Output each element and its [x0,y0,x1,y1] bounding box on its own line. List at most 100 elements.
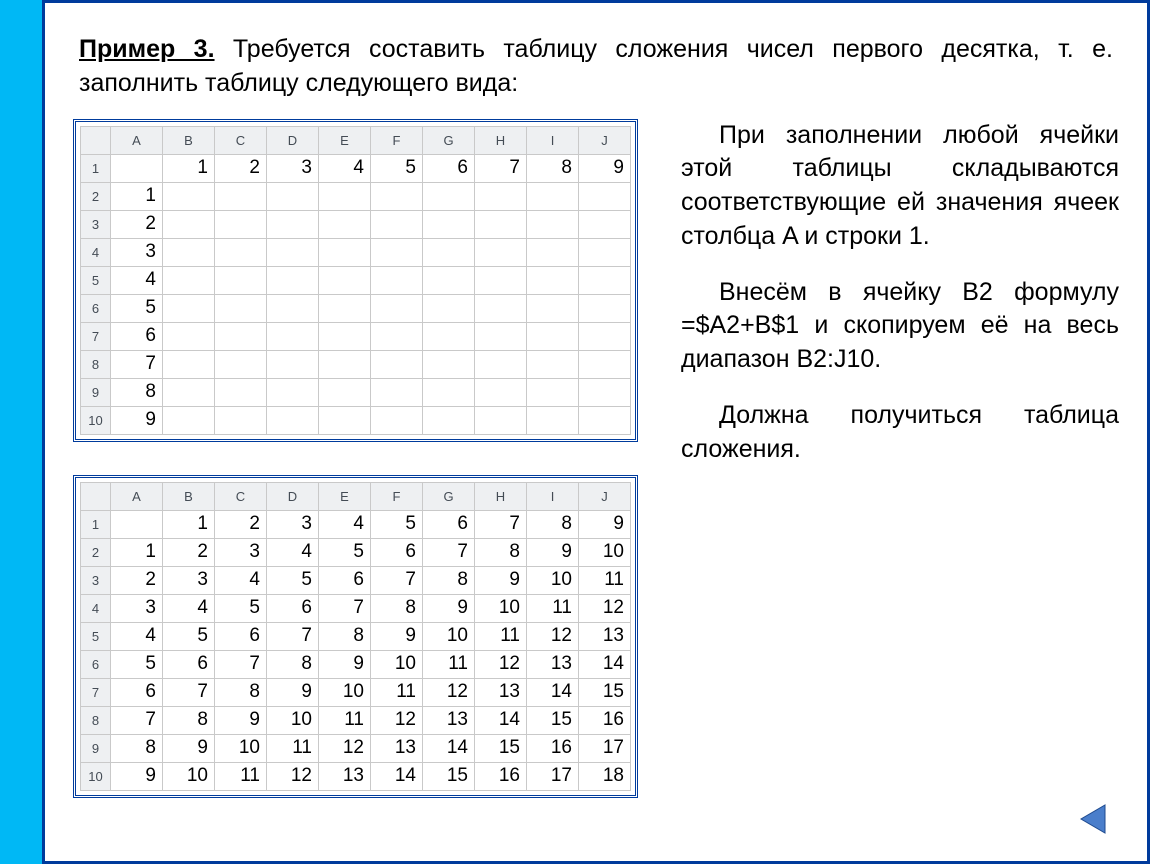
col-header: H [475,126,527,154]
cell: 1 [163,510,215,538]
cell [163,322,215,350]
cell: 13 [423,706,475,734]
cell: 7 [267,622,319,650]
cell: 5 [163,622,215,650]
cell: 17 [527,762,579,790]
row-header: 9 [81,378,111,406]
cell [475,294,527,322]
spreadsheet-filled: ABCDEFGHIJ112345678921234567891032345678… [73,475,638,798]
slide-content: Пример 3. Требуется составить таблицу сл… [42,0,1150,864]
cell [423,182,475,210]
cell [267,182,319,210]
cell: 2 [111,210,163,238]
cell: 15 [423,762,475,790]
cell: 8 [527,510,579,538]
cell: 15 [579,678,631,706]
cell: 2 [215,510,267,538]
nav-back-button[interactable] [1071,797,1115,841]
cell: 10 [371,650,423,678]
cell [215,266,267,294]
cell: 12 [371,706,423,734]
cell [163,294,215,322]
cell: 12 [423,678,475,706]
cell: 15 [475,734,527,762]
cell [267,266,319,294]
cell [527,266,579,294]
cell [163,378,215,406]
cell: 4 [163,594,215,622]
cell [527,378,579,406]
cell [579,266,631,294]
cell: 7 [475,510,527,538]
col-header: D [267,126,319,154]
cell [371,322,423,350]
cell [215,210,267,238]
col-header: F [371,482,423,510]
col-header: G [423,482,475,510]
cell: 10 [267,706,319,734]
cell [319,350,371,378]
cell: 13 [527,650,579,678]
col-header: A [111,126,163,154]
col-header: B [163,126,215,154]
cell: 6 [215,622,267,650]
cell: 8 [111,378,163,406]
col-header: B [163,482,215,510]
cell: 6 [111,322,163,350]
cell [163,350,215,378]
col-header: C [215,126,267,154]
accent-bar [0,0,42,864]
cell [371,182,423,210]
cell [319,238,371,266]
row-header: 1 [81,510,111,538]
cell [423,294,475,322]
cell: 6 [371,538,423,566]
cell: 9 [319,650,371,678]
cell: 5 [319,538,371,566]
row-header: 4 [81,594,111,622]
cell [371,238,423,266]
cell: 9 [111,762,163,790]
cell [163,406,215,434]
row-header: 10 [81,406,111,434]
cell [371,378,423,406]
cell: 4 [111,622,163,650]
cell [423,210,475,238]
cell [371,406,423,434]
cell: 14 [475,706,527,734]
cell: 8 [163,706,215,734]
col-header: F [371,126,423,154]
cell: 8 [319,622,371,650]
paragraph-3: Должна получиться таблица сложения. [681,399,1119,467]
cell: 6 [111,678,163,706]
cell: 16 [527,734,579,762]
cell: 3 [111,594,163,622]
cell [475,406,527,434]
cell: 10 [527,566,579,594]
col-header: C [215,482,267,510]
cell: 8 [475,538,527,566]
cell: 13 [319,762,371,790]
cell: 5 [111,294,163,322]
cell [527,238,579,266]
cell: 12 [319,734,371,762]
cell [423,406,475,434]
row-header: 7 [81,322,111,350]
cell [475,378,527,406]
row-header: 5 [81,266,111,294]
cell: 6 [319,566,371,594]
row-header: 10 [81,762,111,790]
cell: 8 [423,566,475,594]
cell [163,266,215,294]
cell: 3 [267,510,319,538]
cell [527,350,579,378]
cell [527,294,579,322]
cell [423,378,475,406]
cell: 11 [423,650,475,678]
row-header: 8 [81,350,111,378]
cell: 1 [111,182,163,210]
col-header: H [475,482,527,510]
cell: 16 [579,706,631,734]
cell [371,350,423,378]
cell: 13 [579,622,631,650]
